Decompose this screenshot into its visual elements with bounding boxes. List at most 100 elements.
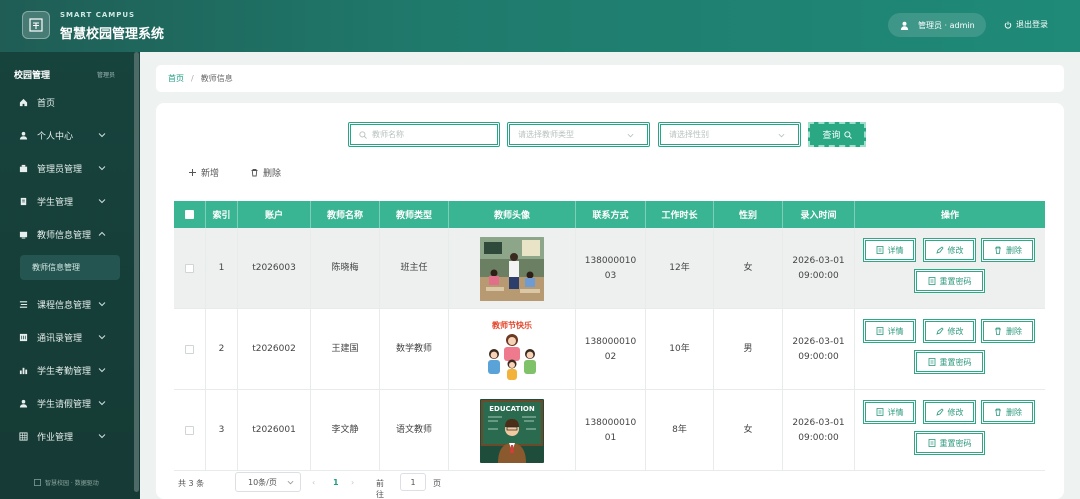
avatar-classroom-photo[interactable] xyxy=(480,236,544,301)
cell-account: t2026003 xyxy=(238,228,311,309)
edit-label: 修改 xyxy=(947,245,964,255)
sidebar-item-label: 通讯录管理 xyxy=(37,333,83,344)
sidebar-role: 管理员 xyxy=(97,72,116,79)
reset-password-label: 重置密码 xyxy=(939,357,972,367)
detail-button[interactable]: 详情 xyxy=(863,400,916,424)
row-checkbox[interactable] xyxy=(185,426,194,435)
created-date: 2026-03-01 xyxy=(792,417,845,428)
goto-page-input[interactable]: 1 xyxy=(400,473,426,491)
cell-name: 陈晓梅 xyxy=(311,228,380,309)
cell-gender: 男 xyxy=(714,309,783,390)
avatar-education-photo[interactable]: EDUCATION xyxy=(480,398,544,463)
sidebar-item-label: 学生管理 xyxy=(37,197,74,208)
cell-years: 12年 xyxy=(646,228,714,309)
admin-icon xyxy=(19,164,28,172)
edit-button[interactable]: 修改 xyxy=(923,400,976,424)
select-all-checkbox[interactable] xyxy=(185,210,194,219)
sidebar-item-homework[interactable]: 作业管理 xyxy=(0,423,134,449)
reset-password-button[interactable]: 重置密码 xyxy=(914,269,985,293)
delete-button[interactable]: 删除 xyxy=(981,238,1035,262)
row-checkbox[interactable] xyxy=(185,264,194,273)
column-header: 索引 xyxy=(206,201,238,228)
bulk-delete-button[interactable]: 删除 xyxy=(250,166,281,179)
created-date: 2026-03-01 xyxy=(792,255,845,266)
sidebar-item-teachers[interactable]: 教师信息管理 xyxy=(0,221,134,247)
avatar-teachers-day-photo[interactable]: 教师节快乐 xyxy=(480,317,544,382)
sidebar-scrollbar[interactable] xyxy=(134,52,139,492)
leave-icon xyxy=(19,399,28,408)
cell-avatar: 教师节快乐 xyxy=(449,309,576,390)
cell-name: 李文静 xyxy=(311,390,380,471)
row-select[interactable] xyxy=(174,228,206,309)
sidebar-title: 校园管理 xyxy=(14,71,51,81)
cell-years: 8年 xyxy=(646,390,714,471)
edit-label: 修改 xyxy=(947,326,964,336)
sidebar-item-label: 学生考勤管理 xyxy=(37,366,92,377)
row-checkbox[interactable] xyxy=(185,345,194,354)
page-number-current[interactable]: 1 xyxy=(333,478,339,487)
delete-label: 删除 xyxy=(263,169,282,179)
trash-icon xyxy=(995,327,1001,335)
teacher-name-placeholder: 教师名称 xyxy=(372,130,404,139)
user-menu[interactable]: 管理员 · admin xyxy=(888,13,986,37)
sidebar-item-attendance[interactable]: 学生考勤管理 xyxy=(0,357,134,383)
delete-button[interactable]: 删除 xyxy=(981,400,1035,424)
row-select[interactable] xyxy=(174,309,206,390)
header-select-all[interactable] xyxy=(174,201,206,228)
edit-button[interactable]: 修改 xyxy=(923,238,976,262)
query-button[interactable]: 查询 xyxy=(808,122,866,147)
sidebar-item-leave[interactable]: 学生请假管理 xyxy=(0,390,134,416)
course-icon xyxy=(19,300,28,308)
gender-select[interactable]: 请选择性别 xyxy=(658,122,801,147)
cell-years: 10年 xyxy=(646,309,714,390)
next-page-button[interactable]: › xyxy=(351,478,354,487)
content-card: 教师名称 请选择教师类型 请选择性别 查询 新增 删除 索引 账户 教师名称 教… xyxy=(156,103,1064,499)
top-header: SMART CAMPUS 智慧校园管理系统 管理员 · admin 退出登录 xyxy=(0,0,1080,52)
sidebar-subitem-teacher-info[interactable]: 教师信息管理 xyxy=(20,255,120,280)
sidebar-item-students[interactable]: 学生管理 xyxy=(0,188,134,214)
sidebar-item-home[interactable]: 首页 xyxy=(0,89,134,115)
teacher-type-select[interactable]: 请选择教师类型 xyxy=(507,122,650,147)
detail-button[interactable]: 详情 xyxy=(863,238,916,262)
prev-page-button[interactable]: ‹ xyxy=(312,478,315,487)
chevron-down-icon xyxy=(98,368,106,373)
cell-type: 数学教师 xyxy=(380,309,449,390)
created-clock: 09:00:00 xyxy=(798,432,839,443)
detail-label: 详情 xyxy=(887,407,904,417)
teacher-name-search-input[interactable]: 教师名称 xyxy=(348,122,500,147)
logout-button[interactable]: 退出登录 xyxy=(1004,19,1048,30)
reset-password-label: 重置密码 xyxy=(939,438,972,448)
row-select[interactable] xyxy=(174,390,206,471)
sidebar-item-contacts[interactable]: 通讯录管理 xyxy=(0,324,134,350)
reset-password-button[interactable]: 重置密码 xyxy=(914,350,985,374)
reset-password-button[interactable]: 重置密码 xyxy=(914,431,985,455)
sidebar-item-profile[interactable]: 个人中心 xyxy=(0,122,134,148)
add-button[interactable]: 新增 xyxy=(188,166,219,179)
detail-button[interactable]: 详情 xyxy=(863,319,916,343)
table-row: 2 t2026002 王建国 数学教师 教师节快乐 13800001002 10… xyxy=(174,309,1045,390)
delete-label: 删除 xyxy=(1006,326,1022,336)
column-header: 教师类型 xyxy=(380,201,449,228)
document-icon xyxy=(928,277,935,285)
chevron-down-icon xyxy=(98,166,106,171)
document-icon xyxy=(876,327,883,335)
sidebar-footer-text: 智慧校园 · 数据驱动 xyxy=(45,480,99,487)
chevron-down-icon xyxy=(98,199,106,204)
sidebar-item-admins[interactable]: 管理员管理 xyxy=(0,155,134,181)
sidebar-item-label: 首页 xyxy=(37,98,56,109)
query-label: 查询 xyxy=(822,131,841,141)
user-label: 管理员 · admin xyxy=(918,20,975,30)
pencil-icon xyxy=(935,327,944,335)
delete-button[interactable]: 删除 xyxy=(981,319,1035,343)
sidebar-item-label: 教师信息管理 xyxy=(37,230,92,241)
column-header: 账户 xyxy=(238,201,311,228)
brand-subtitle: SMART CAMPUS xyxy=(60,11,136,19)
cell-index: 3 xyxy=(206,390,238,471)
delete-label: 删除 xyxy=(1006,245,1022,255)
sidebar-footer: 智慧校园 · 数据驱动 xyxy=(34,478,99,487)
breadcrumb-home[interactable]: 首页 xyxy=(168,73,184,84)
page-size-select[interactable]: 10条/页 xyxy=(235,472,301,492)
power-icon xyxy=(1004,21,1012,29)
edit-button[interactable]: 修改 xyxy=(923,319,976,343)
sidebar-item-courses[interactable]: 课程信息管理 xyxy=(0,291,134,317)
